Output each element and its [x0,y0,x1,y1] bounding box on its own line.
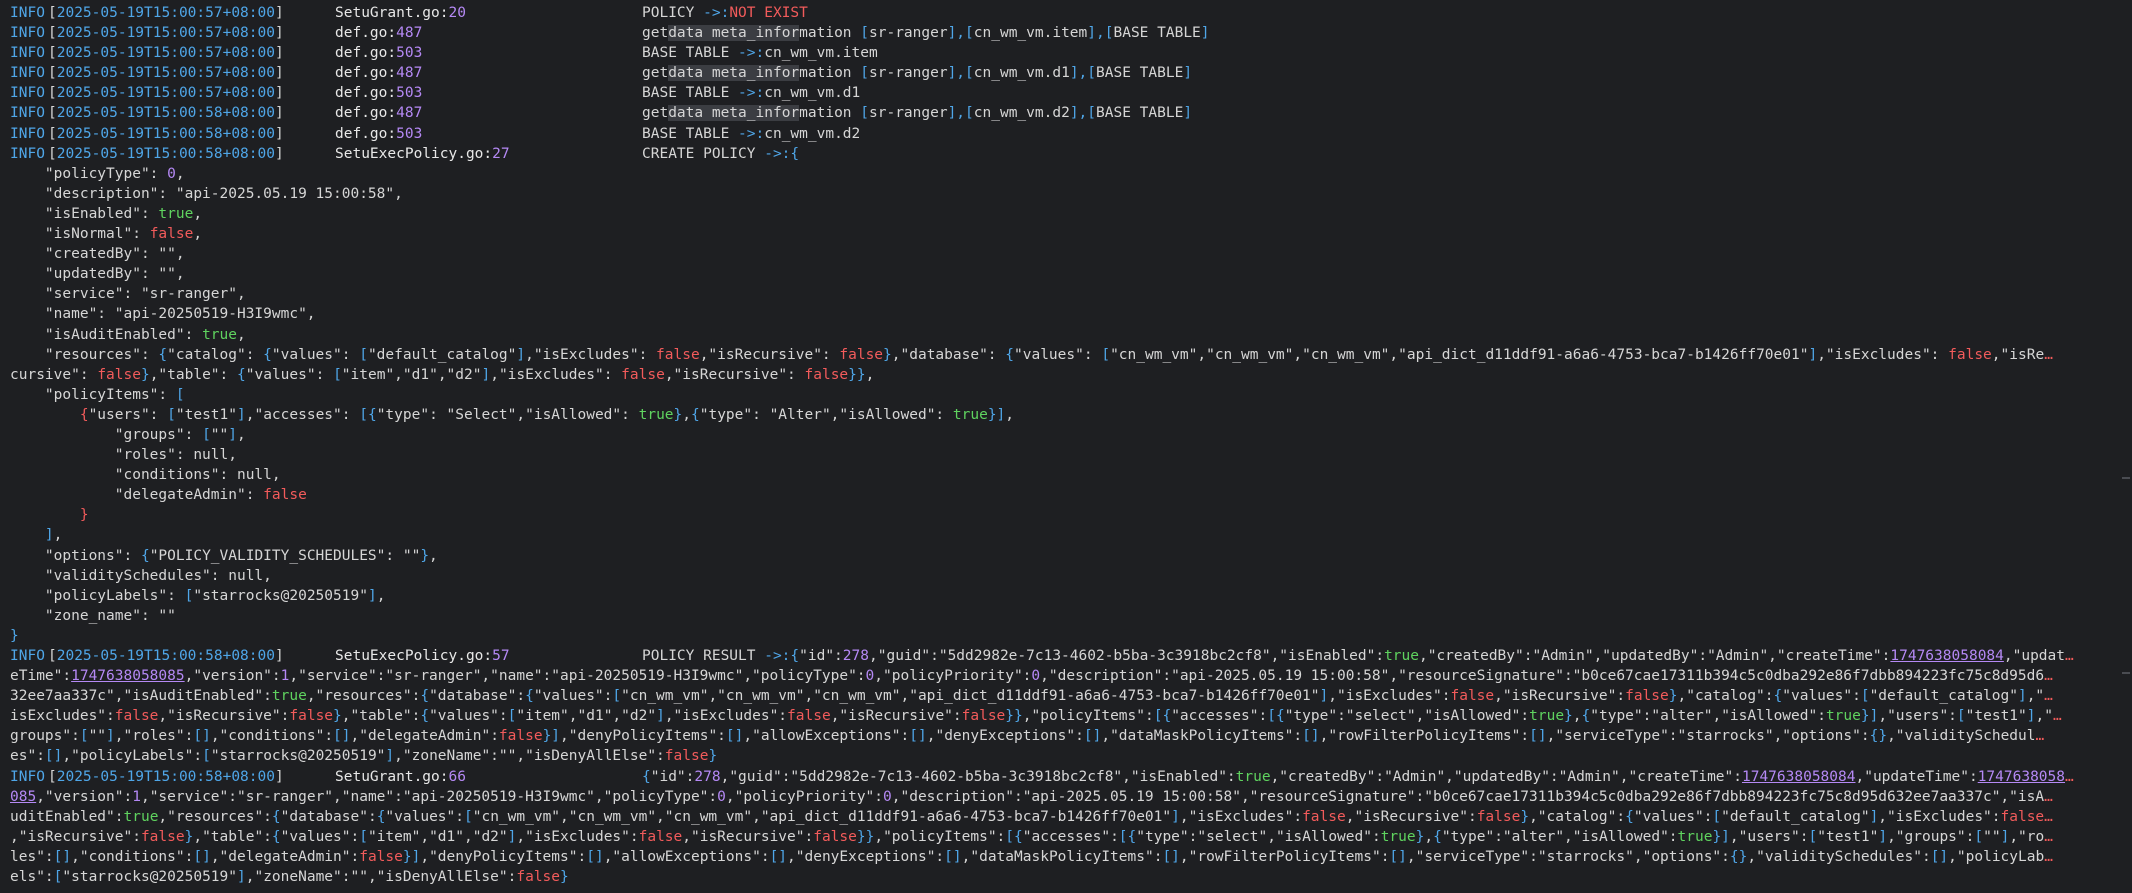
log-level: INFO [10,125,45,142]
log-line: es":[],"policyLabels":["starrocks@202505… [10,748,718,765]
log-timestamp: [2025-05-19T15:00:58+08:00] [48,648,284,664]
log-line: "name": "api-20250519-H3I9wmc", [10,306,316,323]
log-source: def.go:503 [335,85,423,102]
log-line: "resources": {"catalog": {"values": ["de… [10,346,2053,363]
log-level: INFO [10,65,45,82]
log-message: CREATE POLICY ->:{ [642,145,800,162]
log-line: 32ee7aa337c","isAuditEnabled":true,"reso… [10,688,2053,705]
log-level: INFO [10,105,45,122]
log-line: 085,"version":1,"service":"sr-ranger","n… [10,788,2053,805]
log-source: def.go:487 [335,65,423,82]
log-message: getdata meta_information [sr-ranger],[cn… [642,65,1193,82]
log-line: INFO [2025-05-19T15:00:58+08:00] def.go:48… [10,103,2112,123]
log-timestamp: [2025-05-19T15:00:57+08:00] [48,45,284,62]
log-line: "policyItems": [ [10,386,185,403]
log-line: ,"isRecursive":false},"table":{"values":… [10,828,2053,845]
log-line: "conditions": null, [10,467,281,484]
log-timestamp: [2025-05-19T15:00:57+08:00] [48,5,284,21]
scrollbar-marker [2122,477,2130,479]
log-message: getdata meta_information [sr-ranger],[cn… [642,105,1193,122]
log-source: def.go:503 [335,45,423,62]
log-line: eTime":1747638058085,"version":1,"servic… [10,668,2053,685]
log-line: } [79,507,89,524]
log-level: INFO [10,145,45,162]
log-message: BASE TABLE ->:cn_wm_vm.d2 [642,125,861,142]
log-line: INFO [2025-05-19T15:00:58+08:00] SetuExecP… [10,144,2112,164]
log-level: INFO [10,648,45,664]
log-source: def.go:503 [335,125,423,142]
log-line: "groups": [""], [10,426,246,443]
log-line: "description": "api-2025.05.19 15:00:58"… [10,185,403,202]
log-timestamp: [2025-05-19T15:00:57+08:00] [48,65,284,82]
log-line: groups":[""],"roles":[],"conditions":[],… [10,728,2045,745]
log-line: cursive": false},"table": {"values": ["i… [10,366,875,383]
log-line: } [10,627,19,644]
log-timestamp: [2025-05-19T15:00:58+08:00] [48,145,284,162]
log-timestamp: [2025-05-19T15:00:57+08:00] [48,25,284,42]
log-line: "isNormal": false, [10,226,203,243]
log-timestamp: [2025-05-19T15:00:57+08:00] [48,85,284,102]
log-line: INFO [2025-05-19T15:00:57+08:00] def.go:50… [10,83,2112,103]
log-message: BASE TABLE ->:cn_wm_vm.item [642,45,878,62]
log-level: INFO [10,768,45,785]
log-line: els":["starrocks@20250519"],"zoneName":"… [10,869,569,886]
log-line: "roles": null, [10,447,237,464]
log-source: def.go:487 [335,105,423,122]
log-message: {"id":278,"guid":"5dd2982e-7c13-4602-b5b… [642,768,2074,785]
log-level: INFO [10,45,45,62]
log-line: INFO [2025-05-19T15:00:57+08:00] def.go:48… [10,23,2112,43]
log-source: SetuExecPolicy.go:57 [335,648,510,664]
log-line: "zone_name": "" [10,607,176,624]
log-source: SetuGrant.go:20 [335,5,466,21]
log-line: uditEnabled":true,"resources":{"database… [10,808,2053,825]
log-line: "delegateAdmin": false [10,487,307,504]
log-level: INFO [10,25,45,42]
log-source: SetuExecPolicy.go:27 [335,145,510,162]
terminal-output[interactable]: INFO [2025-05-19T15:00:57+08:00] SetuGrant… [0,0,2112,893]
log-line: "validitySchedules": null, [10,567,272,584]
log-message: getdata meta_information [sr-ranger],[cn… [642,25,1210,42]
log-line: "service": "sr-ranger", [10,286,246,303]
log-level: INFO [10,5,45,21]
log-source: SetuGrant.go:66 [335,768,466,785]
log-line: INFO [2025-05-19T15:00:58+08:00] def.go:50… [10,124,2112,144]
log-timestamp: [2025-05-19T15:00:58+08:00] [48,125,284,142]
log-level: INFO [10,85,45,102]
log-timestamp: [2025-05-19T15:00:58+08:00] [48,768,284,785]
log-message: POLICY RESULT ->:{"id":278,"guid":"5dd29… [642,648,2074,664]
log-line: "createdBy": "", [10,246,185,263]
log-timestamp: [2025-05-19T15:00:58+08:00] [48,105,284,122]
log-line: {"users": ["test1"],"accesses": [{"type"… [79,406,1015,423]
scrollbar-marker [2122,672,2130,674]
log-line: INFO [2025-05-19T15:00:58+08:00] SetuExecP… [10,646,2112,666]
log-line: INFO [2025-05-19T15:00:58+08:00] SetuGrant… [10,767,2112,787]
log-line: "policyLabels": ["starrocks@20250519"], [10,587,386,604]
log-source: def.go:487 [335,25,423,42]
log-message: BASE TABLE ->:cn_wm_vm.d1 [642,85,861,102]
log-message: POLICY ->:NOT EXIST [642,5,808,21]
log-line: INFO [2025-05-19T15:00:57+08:00] def.go:50… [10,43,2112,63]
log-line: les":[],"conditions":[],"delegateAdmin":… [10,848,2053,865]
log-line: ], [44,527,63,544]
log-line: INFO [2025-05-19T15:00:57+08:00] def.go:48… [10,63,2112,83]
log-line: "isEnabled": true, [10,205,203,222]
log-line: "options": {"POLICY_VALIDITY_SCHEDULES":… [10,547,438,564]
log-line: "isAuditEnabled": true, [10,326,246,343]
log-line: isExcludes":false,"isRecursive":false},"… [10,708,2062,725]
log-line: "policyType": 0, [10,165,185,182]
log-line: "updatedBy": "", [10,266,185,283]
log-line: INFO [2025-05-19T15:00:57+08:00] SetuGrant… [10,3,2112,23]
